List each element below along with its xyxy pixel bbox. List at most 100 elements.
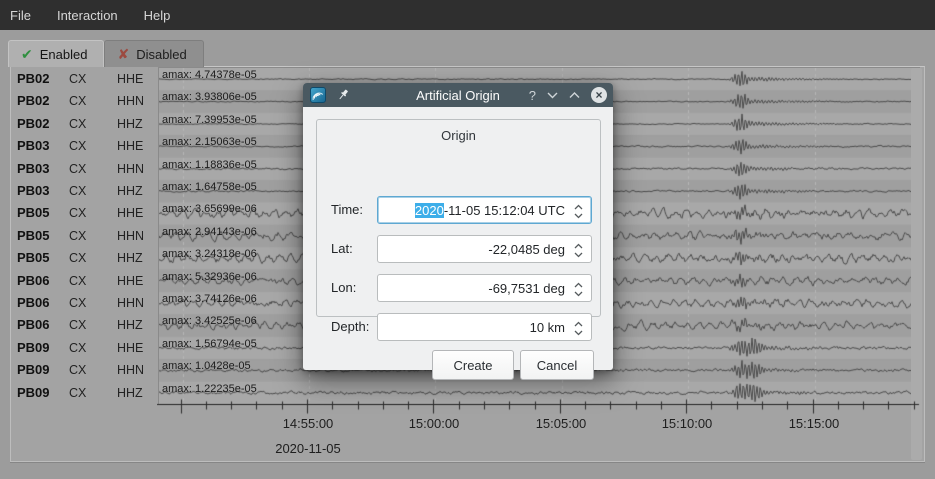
station-code: PB02 [17, 113, 50, 135]
axis-tick-label: 15:00:00 [389, 416, 479, 431]
network-code: CX [69, 359, 86, 381]
network-code: CX [69, 90, 86, 112]
lon-value: -69,7531 deg [488, 281, 565, 296]
network-code: CX [69, 314, 86, 336]
station-code: PB02 [17, 68, 50, 90]
table-row[interactable]: PB06CXHHN [11, 292, 159, 314]
channel-code: HHE [117, 135, 143, 157]
help-button[interactable]: ? [529, 89, 536, 102]
cross-icon: ✘ [117, 47, 129, 61]
station-code: PB09 [17, 359, 50, 381]
table-row[interactable]: PB05CXHHN [11, 225, 159, 247]
table-row[interactable]: PB02 CX HHE [11, 68, 159, 90]
station-code: PB06 [17, 314, 50, 336]
time-spinner[interactable] [572, 197, 584, 225]
channel-code: HHE [117, 68, 143, 90]
lat-label: Lat: [331, 235, 353, 263]
network-code: CX [69, 180, 86, 202]
depth-label: Depth: [331, 313, 369, 341]
channel-code: HHZ [117, 180, 143, 202]
station-list: PB02CXHHEPB02CXHHNPB02CXHHZPB03CXHHEPB03… [11, 67, 159, 405]
table-row[interactable]: PB05CXHHE [11, 202, 159, 224]
menu-help[interactable]: Help [144, 8, 185, 23]
maximize-button[interactable] [569, 91, 580, 99]
axis-tick-label: 15:15:00 [769, 416, 859, 431]
channel-code: HHE [117, 337, 143, 359]
lon-input[interactable]: -69,7531 deg [377, 274, 592, 302]
table-row[interactable]: PB05 CX HHZ [11, 247, 159, 269]
network-code: CX [69, 68, 86, 90]
menu-interaction[interactable]: Interaction [57, 8, 132, 23]
channel-code: HHZ [117, 113, 143, 135]
tab-enabled-label: Enabled [40, 47, 88, 62]
lon-label: Lon: [331, 274, 356, 302]
dialog-button-row: Create Cancel [303, 350, 613, 380]
channel-code: HHZ [117, 247, 143, 269]
time-label: Time: [331, 196, 363, 224]
network-code: CX [69, 135, 86, 157]
channel-code: HHN [117, 292, 144, 314]
station-code: PB05 [17, 202, 50, 224]
close-button[interactable]: × [591, 87, 607, 103]
tab-strip: ✔ Enabled ✘ Disabled [8, 40, 204, 67]
table-row[interactable]: PB09 CX HHN [11, 359, 159, 381]
station-code: PB03 [17, 135, 50, 157]
depth-input[interactable]: 10 km [377, 313, 592, 341]
groupbox-title: Origin [317, 120, 600, 143]
table-row[interactable]: PB02 CX HHN [11, 90, 159, 112]
table-row[interactable]: PB09 CX HHE [11, 337, 159, 359]
depth-spinner[interactable] [572, 314, 584, 342]
lat-spinner[interactable] [572, 236, 584, 264]
network-code: CX [69, 337, 86, 359]
table-row[interactable]: PB09 CX HHZ [11, 382, 159, 404]
station-code: PB02 [17, 90, 50, 112]
network-code: CX [69, 158, 86, 180]
network-code: CX [69, 247, 86, 269]
shade-button[interactable] [547, 91, 558, 99]
channel-code: HHN [117, 90, 144, 112]
network-code: CX [69, 382, 86, 404]
lat-value: -22,0485 deg [488, 242, 565, 257]
station-code: PB06 [17, 270, 50, 292]
artificial-origin-dialog: Artificial Origin [303, 83, 613, 370]
table-row[interactable]: PB02 CX HHZ [11, 113, 159, 135]
axis-date-label: 2020-11-05 [258, 441, 358, 456]
table-row[interactable]: PB03 CX HHE [11, 135, 159, 157]
time-input[interactable]: 2020-11-05 15:12:04 UTC [377, 196, 592, 224]
station-code: PB09 [17, 382, 50, 404]
tab-disabled[interactable]: ✘ Disabled [104, 40, 203, 67]
network-code: CX [69, 292, 86, 314]
station-code: PB05 [17, 247, 50, 269]
axis-tick-label: 14:55:00 [263, 416, 353, 431]
lon-spinner[interactable] [572, 275, 584, 303]
table-row[interactable]: PB06 CX HHE [11, 270, 159, 292]
channel-code: HHN [117, 359, 144, 381]
dialog-titlebar[interactable]: Artificial Origin [303, 83, 613, 107]
network-code: CX [69, 270, 86, 292]
network-code: CX [69, 113, 86, 135]
create-button[interactable]: Create [432, 350, 514, 380]
seiscomp-app-icon [310, 87, 326, 103]
cancel-button[interactable]: Cancel [520, 350, 594, 380]
channel-code: HHZ [117, 382, 143, 404]
table-row[interactable]: PB03CXHHN [11, 158, 159, 180]
origin-groupbox: Origin Time: 2020-11-05 15:12:04 UTC Lat… [316, 119, 601, 317]
channel-code: HHE [117, 202, 143, 224]
table-row[interactable]: PB03CXHHZ [11, 180, 159, 202]
axis-tick-label: 15:10:00 [642, 416, 732, 431]
station-code: PB09 [17, 337, 50, 359]
time-rest-text: -11-05 15:12:04 UTC [444, 203, 565, 218]
channel-code: HHN [117, 158, 144, 180]
table-row[interactable]: PB06CXHHZ [11, 314, 159, 336]
check-icon: ✔ [21, 47, 33, 61]
tab-enabled[interactable]: ✔ Enabled [8, 40, 104, 67]
channel-code: HHE [117, 270, 143, 292]
dialog-body: Origin Time: 2020-11-05 15:12:04 UTC Lat… [303, 107, 613, 370]
pin-icon[interactable] [336, 88, 350, 102]
lat-input[interactable]: -22,0485 deg [377, 235, 592, 263]
tab-disabled-label: Disabled [136, 47, 187, 62]
time-selected-text: 2020 [415, 203, 444, 218]
depth-value: 10 km [530, 320, 565, 335]
menu-file[interactable]: File [10, 8, 45, 23]
network-code: CX [69, 225, 86, 247]
